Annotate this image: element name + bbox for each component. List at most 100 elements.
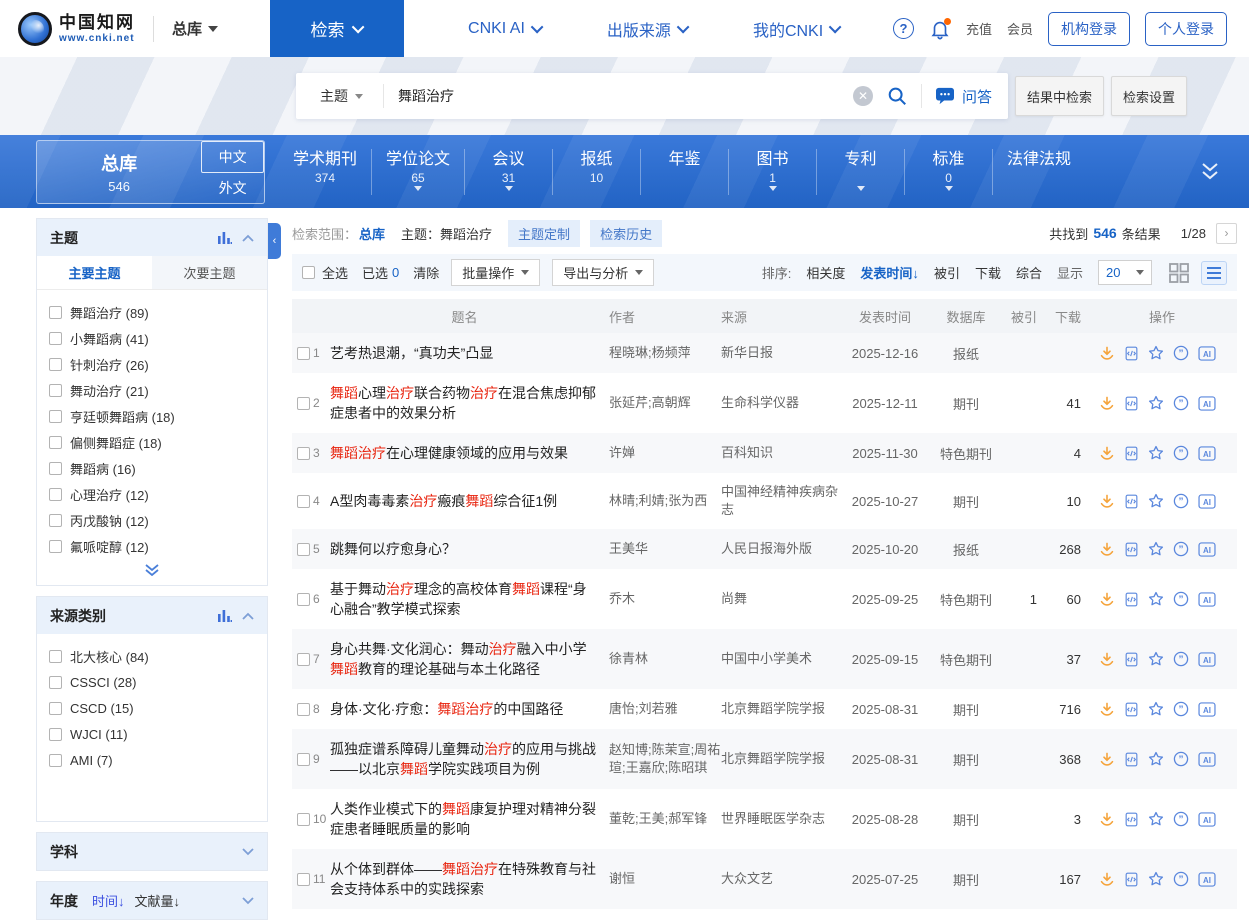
- cite-quote-icon[interactable]: ”: [1173, 345, 1189, 361]
- ai-icon[interactable]: AI: [1198, 652, 1216, 667]
- tab-primary-topic[interactable]: 主要主题: [37, 256, 152, 289]
- page-size-select[interactable]: 20: [1098, 260, 1152, 285]
- ai-icon[interactable]: AI: [1198, 346, 1216, 361]
- ai-icon[interactable]: AI: [1198, 812, 1216, 827]
- checkbox[interactable]: [49, 384, 62, 397]
- row-checkbox[interactable]: [297, 397, 310, 410]
- result-authors[interactable]: 赵知博;陈茉宣;周祐瑄;王嘉欣;陈昭琪: [609, 741, 721, 777]
- result-authors[interactable]: 徐青林: [609, 650, 721, 668]
- sort-publish-date[interactable]: 发表时间↓: [860, 263, 919, 282]
- result-download-count[interactable]: 167: [1041, 872, 1087, 887]
- result-source[interactable]: 大众文艺: [721, 870, 839, 888]
- read-icon[interactable]: [1124, 752, 1139, 767]
- favorite-star-icon[interactable]: [1148, 811, 1164, 827]
- topic-filter-item[interactable]: 丙戊酸钠 (12): [49, 507, 255, 533]
- download-icon[interactable]: [1099, 752, 1115, 767]
- topic-filter-item[interactable]: 氟哌啶醇 (12): [49, 533, 255, 559]
- result-download-count[interactable]: 37: [1041, 652, 1087, 667]
- recharge-link[interactable]: 充值: [966, 19, 992, 38]
- category-tab[interactable]: 报纸10: [552, 149, 640, 195]
- topic-filter-item[interactable]: 针刺治疗 (26): [49, 351, 255, 377]
- sidebar-collapse-handle[interactable]: ‹: [268, 223, 281, 259]
- cite-quote-icon[interactable]: ”: [1173, 591, 1189, 607]
- checkbox[interactable]: [49, 462, 62, 475]
- ai-icon[interactable]: AI: [1198, 446, 1216, 461]
- category-tab[interactable]: 法律法规: [992, 149, 1085, 195]
- result-source[interactable]: 人民日报海外版: [721, 540, 839, 558]
- favorite-star-icon[interactable]: [1148, 541, 1164, 557]
- topic-filter-item[interactable]: 舞蹈病 (16): [49, 455, 255, 481]
- source-category-item[interactable]: AMI (7): [49, 747, 255, 773]
- column-header-downloads[interactable]: 下载: [1041, 307, 1087, 326]
- favorite-star-icon[interactable]: [1148, 591, 1164, 607]
- result-title-link[interactable]: 基于舞动治疗理念的高校体育舞蹈课程“身心融合”教学模式探索: [330, 581, 587, 617]
- download-icon[interactable]: [1099, 812, 1115, 827]
- category-tab[interactable]: 年鉴: [640, 149, 728, 195]
- nav-my-cnki[interactable]: 我的CNKI: [753, 17, 841, 41]
- cite-quote-icon[interactable]: ”: [1173, 493, 1189, 509]
- result-title-link[interactable]: A型肉毒毒素治疗瘢痕舞蹈综合征1例: [330, 493, 557, 509]
- column-header-cited[interactable]: 被引: [1001, 307, 1041, 326]
- topic-customize-button[interactable]: 主题定制: [508, 220, 580, 247]
- favorite-star-icon[interactable]: [1148, 345, 1164, 361]
- collapse-panel-icon[interactable]: [242, 612, 254, 620]
- download-icon[interactable]: [1099, 592, 1115, 607]
- result-download-count[interactable]: 3: [1041, 812, 1087, 827]
- library-selector[interactable]: 总库: [172, 18, 218, 39]
- help-icon[interactable]: ?: [893, 18, 914, 39]
- favorite-star-icon[interactable]: [1148, 651, 1164, 667]
- source-category-item[interactable]: WJCI (11): [49, 721, 255, 747]
- category-tab[interactable]: 标准0: [904, 149, 992, 195]
- checkbox[interactable]: [49, 436, 62, 449]
- bar-chart-icon[interactable]: [218, 609, 232, 622]
- result-title-link[interactable]: 孤独症谱系障碍儿童舞动治疗的应用与挑战——以北京舞蹈学院实践项目为例: [330, 741, 596, 777]
- cite-quote-icon[interactable]: ”: [1173, 751, 1189, 767]
- source-category-item[interactable]: 北大核心 (84): [49, 643, 255, 669]
- checkbox[interactable]: [49, 358, 62, 371]
- result-authors[interactable]: 董乾;王美;郝军锋: [609, 810, 721, 828]
- favorite-star-icon[interactable]: [1148, 445, 1164, 461]
- result-title-link[interactable]: 从个体到群体——舞蹈治疗在特殊教育与社会支持体系中的实践探索: [330, 861, 596, 897]
- row-checkbox[interactable]: [297, 447, 310, 460]
- result-source[interactable]: 生命科学仪器: [721, 394, 839, 412]
- read-icon[interactable]: [1124, 446, 1139, 461]
- search-history-button[interactable]: 检索历史: [590, 220, 662, 247]
- export-analyze-dropdown[interactable]: 导出与分析: [552, 259, 654, 286]
- expand-panel-icon[interactable]: [242, 848, 254, 856]
- favorite-star-icon[interactable]: [1148, 701, 1164, 717]
- result-title-link[interactable]: 身心共舞·文化润心：舞动治疗融入中小学舞蹈教育的理论基础与本土化路径: [330, 641, 587, 677]
- result-authors[interactable]: 许婵: [609, 444, 721, 462]
- checkbox[interactable]: [49, 332, 62, 345]
- favorite-star-icon[interactable]: [1148, 493, 1164, 509]
- result-authors[interactable]: 谢恒: [609, 870, 721, 888]
- source-category-item[interactable]: CSSCI (28): [49, 669, 255, 695]
- read-icon[interactable]: [1124, 812, 1139, 827]
- result-download-count[interactable]: 10: [1041, 494, 1087, 509]
- nav-publish-sources[interactable]: 出版来源: [607, 17, 689, 41]
- lang-toggle-foreign[interactable]: 外文: [201, 173, 264, 203]
- cite-quote-icon[interactable]: ”: [1173, 395, 1189, 411]
- download-icon[interactable]: [1099, 702, 1115, 717]
- checkbox[interactable]: [49, 676, 62, 689]
- result-authors[interactable]: 程晓琳;杨频萍: [609, 344, 721, 362]
- result-title-link[interactable]: 舞蹈心理治疗联合药物治疗在混合焦虑抑郁症患者中的效果分析: [330, 385, 596, 421]
- read-icon[interactable]: [1124, 592, 1139, 607]
- result-download-count[interactable]: 268: [1041, 542, 1087, 557]
- topic-filter-item[interactable]: 亨廷顿舞蹈病 (18): [49, 403, 255, 429]
- topic-filter-item[interactable]: 心理治疗 (12): [49, 481, 255, 507]
- show-more-topics-icon[interactable]: [37, 561, 267, 585]
- sort-cited[interactable]: 被引: [934, 263, 960, 282]
- next-page-button[interactable]: ›: [1216, 223, 1237, 244]
- result-source[interactable]: 世界睡眠医学杂志: [721, 810, 839, 828]
- lang-toggle-chinese[interactable]: 中文: [201, 141, 264, 173]
- checkbox[interactable]: [49, 514, 62, 527]
- row-checkbox[interactable]: [297, 653, 310, 666]
- cite-quote-icon[interactable]: ”: [1173, 701, 1189, 717]
- column-header-date[interactable]: 发表时间: [839, 307, 931, 326]
- row-checkbox[interactable]: [297, 543, 310, 556]
- bar-chart-icon[interactable]: [218, 231, 232, 244]
- result-authors[interactable]: 乔木: [609, 590, 721, 608]
- topic-filter-item[interactable]: 舞动治疗 (21): [49, 377, 255, 403]
- read-icon[interactable]: [1124, 494, 1139, 509]
- checkbox[interactable]: [49, 488, 62, 501]
